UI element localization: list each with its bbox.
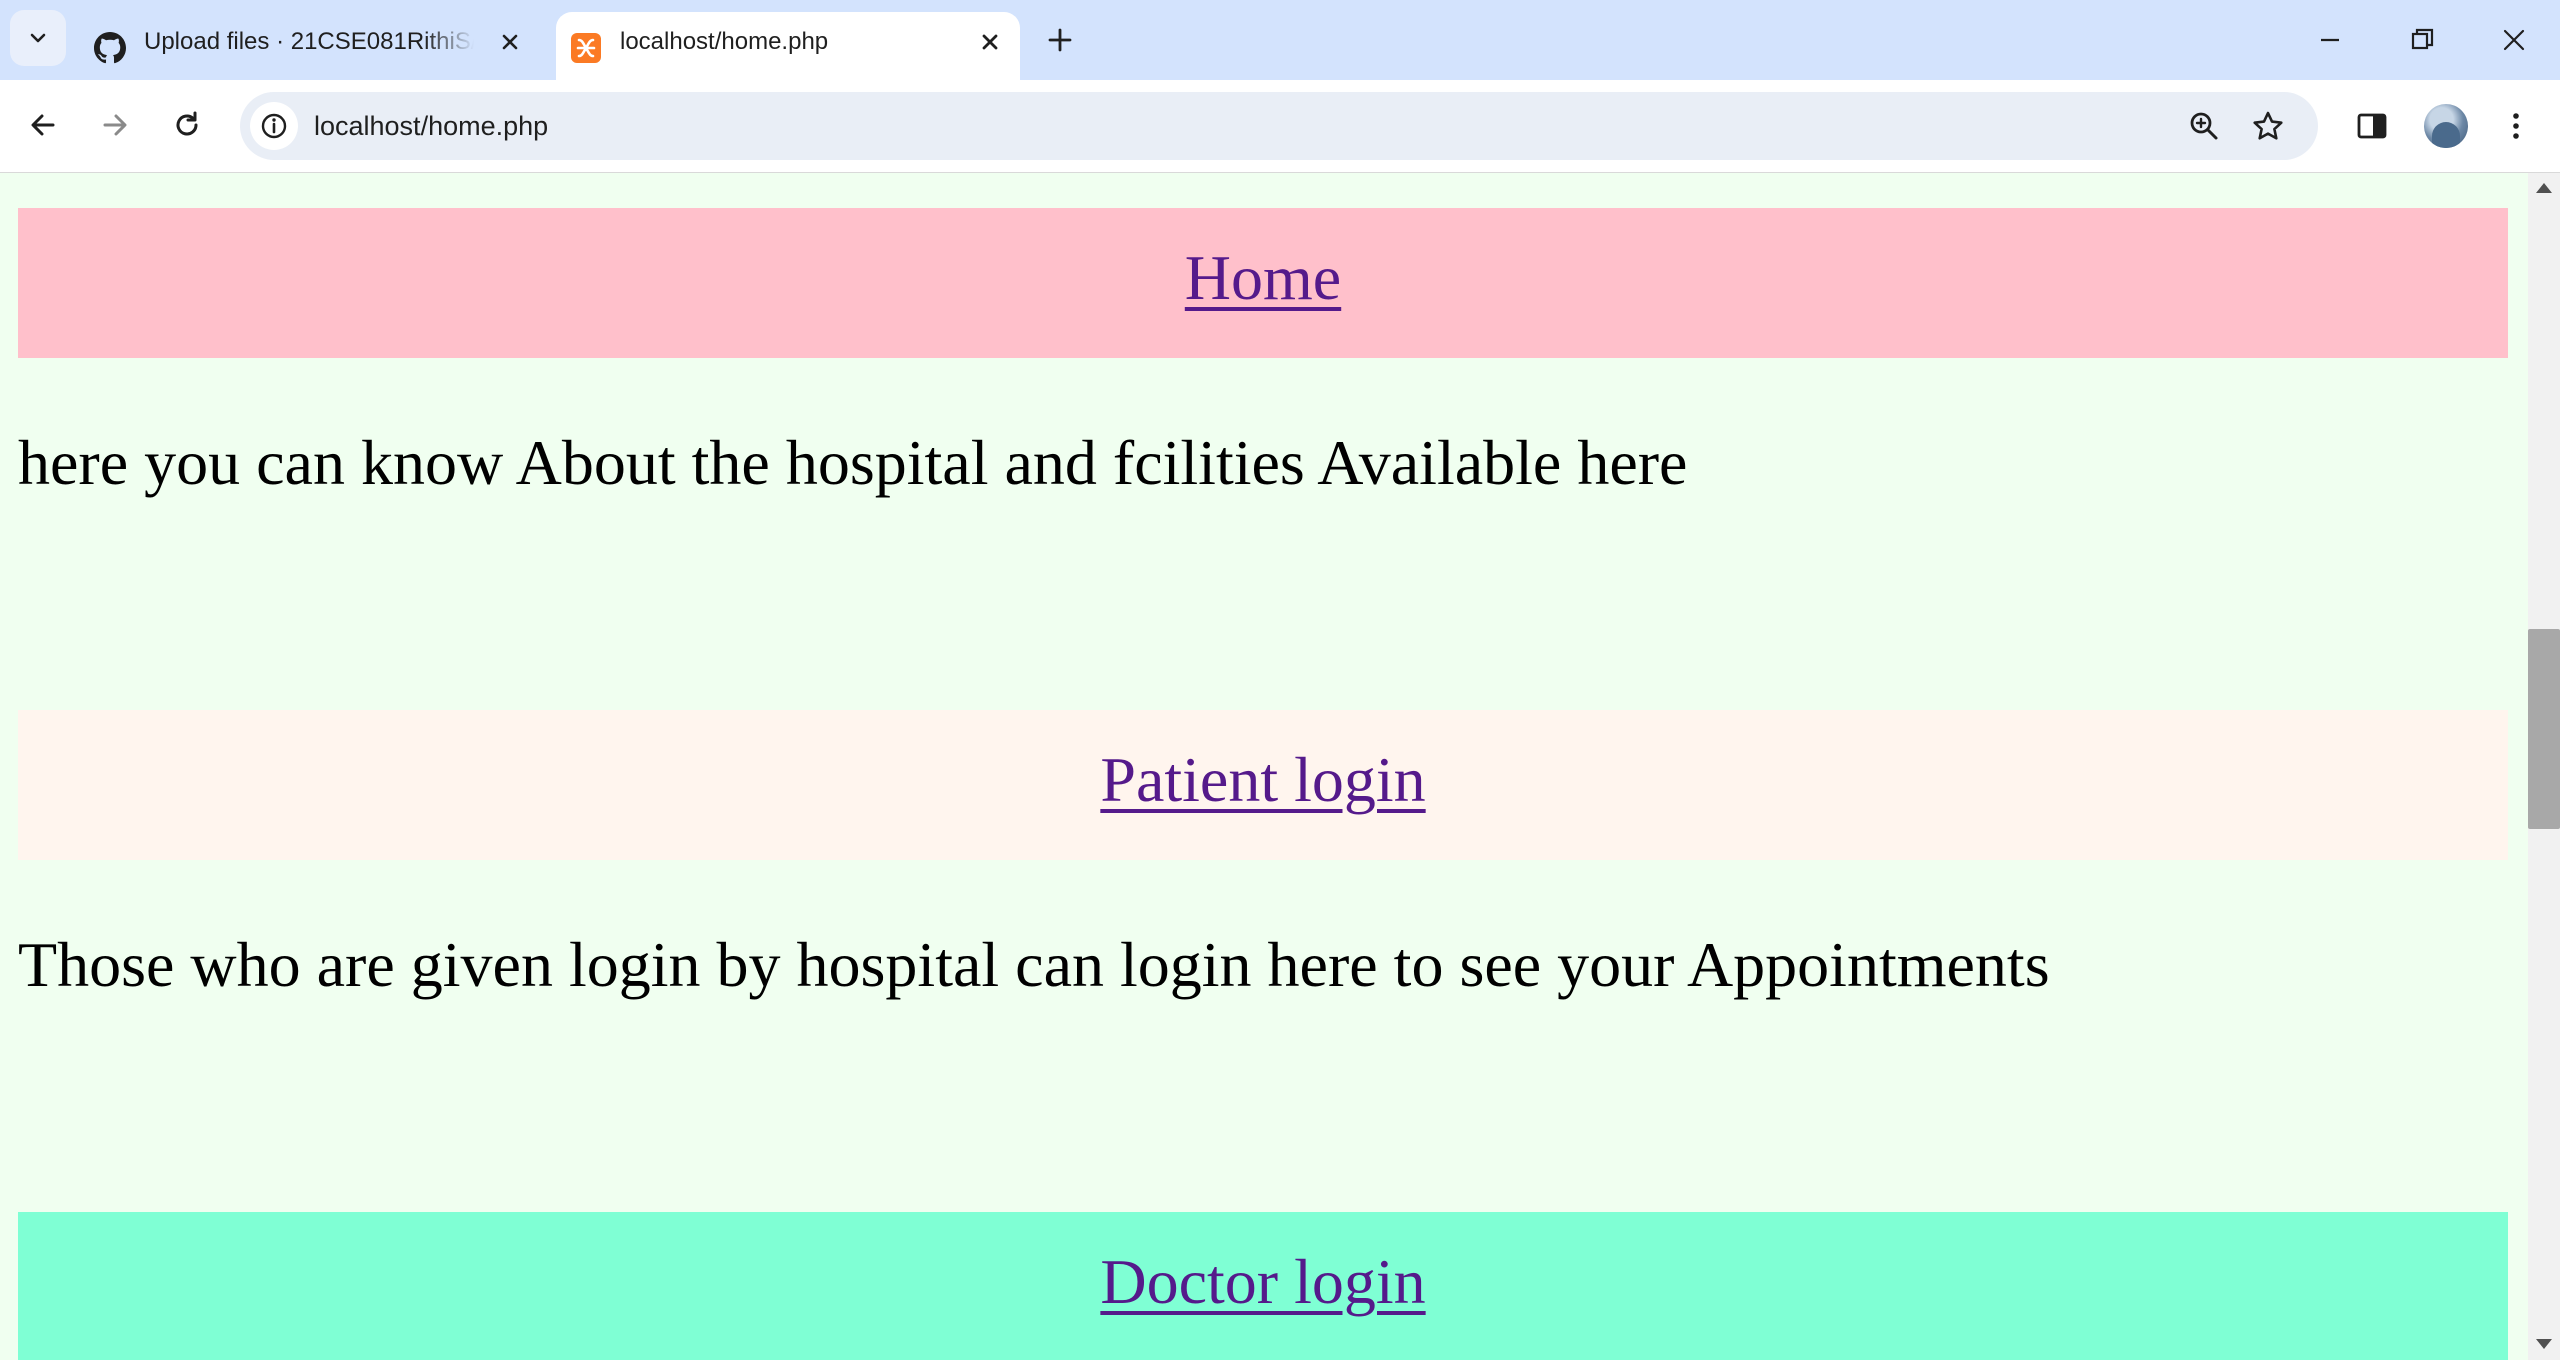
address-bar-url: localhost/home.php [314, 111, 549, 141]
scroll-down-arrow-icon[interactable] [2536, 1339, 2552, 1349]
reload-button[interactable] [164, 102, 210, 148]
close-window-icon[interactable] [2496, 22, 2532, 58]
close-icon[interactable] [974, 26, 1006, 58]
patient-login-description: Those who are given login by hospital ca… [18, 929, 2050, 1000]
more-menu-icon[interactable] [2496, 106, 2536, 146]
scrollbar-thumb[interactable] [2528, 629, 2560, 829]
bookmark-star-icon[interactable] [2250, 108, 2286, 144]
zoom-icon[interactable] [2186, 108, 2222, 144]
close-icon[interactable] [494, 26, 526, 58]
page-scrollbar[interactable] [2528, 173, 2560, 1360]
doctor-login-section-header: Doctor login [18, 1212, 2508, 1360]
back-button[interactable] [20, 102, 66, 148]
restore-icon[interactable] [2404, 22, 2440, 58]
page-viewport: Home here you can know About the hospita… [0, 173, 2528, 1360]
tab-localhost-home[interactable]: localhost/home.php [556, 12, 1020, 80]
forward-button[interactable] [92, 102, 138, 148]
chevron-down-icon [30, 33, 46, 43]
home-description: here you can know About the hospital and… [18, 427, 1688, 498]
arrow-left-icon [31, 114, 55, 136]
side-panel-icon[interactable] [2352, 106, 2392, 146]
tab-upload-files[interactable]: Upload files · 21CSE081RithiS/H [80, 12, 540, 80]
home-section-header: Home [18, 208, 2508, 358]
doctor-login-link[interactable]: Doctor login [1100, 1250, 1425, 1314]
site-info-button[interactable] [250, 102, 298, 150]
tab-search-button[interactable] [10, 10, 66, 66]
tab-title: Upload files · 21CSE081RithiS/H [144, 28, 474, 55]
patient-login-section-header: Patient login [18, 710, 2508, 860]
reload-icon [176, 111, 198, 136]
browser-toolbar: localhost/home.php [0, 80, 2560, 173]
home-link[interactable]: Home [1185, 246, 1341, 310]
info-icon [261, 113, 287, 139]
profile-avatar[interactable] [2424, 104, 2468, 148]
xampp-icon [571, 33, 601, 63]
scroll-up-arrow-icon[interactable] [2536, 183, 2552, 193]
github-icon [94, 32, 126, 64]
address-bar[interactable]: localhost/home.php [240, 92, 2318, 160]
patient-login-link[interactable]: Patient login [1100, 748, 1425, 812]
arrow-right-icon [103, 114, 127, 136]
tab-title: localhost/home.php [620, 28, 829, 55]
minimize-icon[interactable] [2312, 22, 2348, 58]
new-tab-icon[interactable] [1042, 22, 1078, 58]
tab-strip: Upload files · 21CSE081RithiS/H localhos… [0, 0, 2560, 80]
